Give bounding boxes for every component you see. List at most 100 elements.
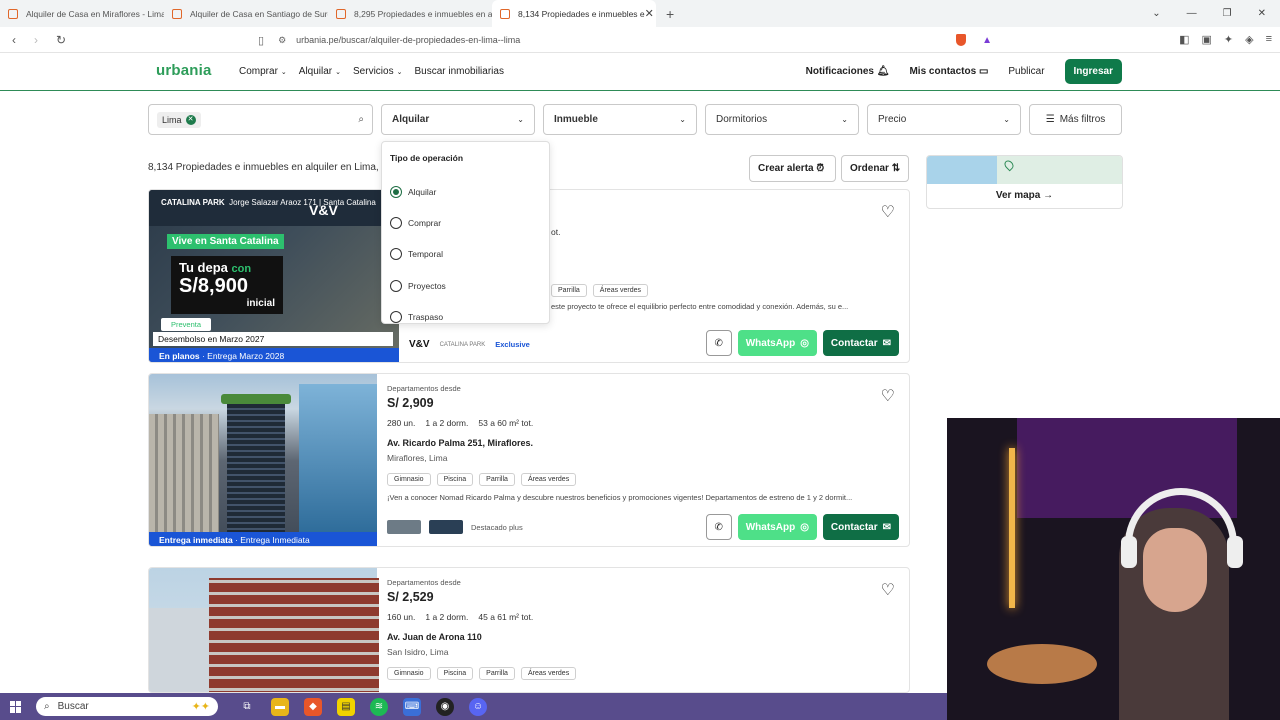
notes-app-icon[interactable]: ▤ bbox=[337, 697, 355, 716]
bookmark-icon[interactable]: ▯ bbox=[258, 34, 264, 47]
brave-shield-icon[interactable] bbox=[956, 34, 966, 46]
order-button[interactable]: Ordenar ⇅ bbox=[841, 155, 909, 182]
listing-image[interactable]: CATALINA PARK Jorge Salazar Araoz 171 | … bbox=[149, 190, 399, 362]
back-icon[interactable]: ‹ bbox=[12, 33, 22, 47]
address-bar: ‹ › ↻ ▯ ⚙ urbania.pe/buscar/alquiler-de-… bbox=[0, 27, 1280, 53]
operation-select[interactable]: Alquilar ⌄ bbox=[381, 104, 535, 135]
minimize-icon[interactable]: — bbox=[1187, 8, 1197, 19]
task-view-icon[interactable]: ⧉ bbox=[238, 698, 256, 716]
nav-buscar-inmobiliarias[interactable]: Buscar inmobiliarias bbox=[414, 66, 503, 77]
tag: Gimnasio bbox=[387, 667, 431, 680]
favorite-heart-icon[interactable]: ♡ bbox=[881, 386, 895, 406]
remove-chip-icon[interactable]: ✕ bbox=[185, 114, 196, 125]
background-drum bbox=[987, 644, 1097, 684]
whatsapp-button[interactable]: WhatsApp ◎ bbox=[737, 514, 817, 540]
site-info-icon[interactable]: ⚙ bbox=[278, 35, 286, 46]
chat-icon: ▭ bbox=[978, 66, 989, 77]
ad-headline: Vive en Santa Catalina bbox=[167, 234, 284, 249]
radio-icon bbox=[390, 279, 402, 292]
browser-toolbar: ◧ ▣ ✦ ◈ ≡ bbox=[1179, 33, 1272, 46]
brave-rewards-icon[interactable]: ▲ bbox=[982, 35, 992, 46]
notifications-link[interactable]: Notificaciones 🔔︎ bbox=[806, 66, 890, 77]
exclusive-badge: Exclusive bbox=[495, 340, 530, 349]
listing-image[interactable] bbox=[149, 568, 379, 692]
property-type-select[interactable]: Inmueble ⌄ bbox=[543, 104, 697, 135]
file-explorer-icon[interactable]: ▬ bbox=[271, 697, 289, 716]
forward-icon[interactable]: › bbox=[34, 33, 44, 47]
taskbar-search[interactable]: ⌕ Buscar ✦✦ bbox=[36, 697, 218, 716]
favorite-heart-icon[interactable]: ♡ bbox=[881, 202, 895, 222]
publisher-row: V&V CATALINA PARK Exclusive bbox=[409, 339, 530, 350]
close-window-icon[interactable]: ✕ bbox=[1258, 8, 1266, 19]
sidebar-icon[interactable]: ◧ bbox=[1179, 33, 1189, 46]
more-filters-button[interactable]: ☰ Más filtros bbox=[1029, 104, 1122, 135]
nav-servicios[interactable]: Servicios ⌄ bbox=[353, 66, 402, 77]
search-icon: ⌕ bbox=[44, 701, 50, 712]
tag: Piscina bbox=[436, 667, 474, 680]
browser-tab-bar: Alquiler de Casa en Miraflores - Lima Al… bbox=[0, 0, 1280, 27]
listing-features: 280 un. 1 a 2 dorm. 53 a 60 m² tot. bbox=[387, 418, 534, 428]
url-field[interactable]: ▯ ⚙ urbania.pe/buscar/alquiler-de-propie… bbox=[258, 30, 1000, 50]
option-proyectos[interactable]: Proyectos bbox=[390, 270, 541, 301]
restore-icon[interactable]: ❐ bbox=[1223, 8, 1232, 19]
listing-card[interactable]: Entrega inmediata · Entrega Inmediata De… bbox=[148, 373, 910, 547]
phone-button[interactable]: ✆ bbox=[705, 514, 732, 540]
filter-bar: Lima ✕ ⌕ Alquilar ⌄ Inmueble ⌄ Dormitorios ⌄… bbox=[148, 104, 1124, 136]
map-preview[interactable]: Ver mapa → bbox=[926, 155, 1123, 209]
phone-button[interactable]: ✆ bbox=[705, 330, 732, 356]
listing-tags: Parrilla Áreas verdes bbox=[551, 284, 649, 297]
vpn-icon[interactable]: ◈ bbox=[1245, 33, 1253, 46]
map-thumbnail bbox=[927, 156, 1122, 184]
search-icon[interactable]: ⌕ bbox=[358, 114, 364, 125]
login-button[interactable]: Ingresar bbox=[1064, 59, 1122, 84]
price-select[interactable]: Precio ⌄ bbox=[867, 104, 1021, 135]
extensions-icon[interactable]: ✦ bbox=[1224, 33, 1233, 46]
nav-alquilar[interactable]: Alquilar ⌄ bbox=[299, 66, 341, 77]
browser-tab[interactable]: 8,295 Propiedades e inmuebles en al bbox=[328, 0, 492, 27]
nav-comprar[interactable]: Comprar ⌄ bbox=[239, 66, 287, 77]
listing-image[interactable]: Entrega inmediata · Entrega Inmediata bbox=[149, 374, 377, 546]
radio-icon bbox=[390, 310, 402, 323]
listing-address[interactable]: Av. Ricardo Palma 251, Miraflores. bbox=[387, 438, 887, 448]
contact-button[interactable]: Contactar ✉ bbox=[822, 514, 899, 540]
wallet-icon[interactable]: ▣ bbox=[1201, 33, 1211, 46]
tag: Parrilla bbox=[479, 473, 515, 486]
urbania-favicon-icon bbox=[172, 8, 182, 19]
location-search-input[interactable]: Lima ✕ ⌕ bbox=[148, 104, 373, 135]
publish-link[interactable]: Publicar bbox=[1008, 66, 1044, 77]
close-tab-icon[interactable]: ✕ bbox=[645, 7, 654, 20]
browser-tab[interactable]: Alquiler de Casa en Santiago de Surco bbox=[164, 0, 328, 27]
chevron-down-icon: ⌄ bbox=[396, 69, 403, 76]
headphone-ear bbox=[1121, 536, 1137, 568]
spotify-icon[interactable]: ≋ bbox=[370, 697, 388, 716]
option-comprar[interactable]: Comprar bbox=[390, 207, 541, 238]
reload-icon[interactable]: ↻ bbox=[56, 33, 66, 47]
listing-card[interactable]: Departamentos desde S/ 2,529 160 un. 1 a … bbox=[148, 567, 910, 693]
contact-button[interactable]: Contactar ✉ bbox=[822, 330, 899, 356]
contacts-link[interactable]: Mis contactos ▭ bbox=[909, 66, 988, 77]
browser-tab[interactable]: Alquiler de Casa en Miraflores - Lima bbox=[0, 0, 164, 27]
option-temporal[interactable]: Temporal bbox=[390, 239, 541, 270]
browser-tab-active[interactable]: 8,134 Propiedades e inmuebles e ✕ bbox=[492, 0, 656, 27]
option-traspaso[interactable]: Traspaso bbox=[390, 301, 541, 332]
windows-start-icon[interactable] bbox=[10, 700, 22, 713]
option-alquilar[interactable]: Alquilar bbox=[390, 176, 541, 207]
create-alert-button[interactable]: Crear alerta ⏰︎ bbox=[749, 155, 836, 182]
location-chip[interactable]: Lima ✕ bbox=[157, 111, 201, 128]
disbursement-label: Desembolso en Marzo 2027 bbox=[153, 332, 393, 346]
obs-icon[interactable]: ◉ bbox=[436, 697, 454, 716]
whatsapp-button[interactable]: WhatsApp ◎ bbox=[737, 330, 817, 356]
urbania-logo[interactable]: urbania bbox=[156, 62, 212, 79]
windows-taskbar: ⌕ Buscar ✦✦ ⧉ ▬ ◆ ▤ ≋ ⌨ ◉ ☺ bbox=[0, 693, 947, 720]
favorite-heart-icon[interactable]: ♡ bbox=[881, 580, 895, 600]
listing-pretitle: Departamentos desde bbox=[387, 384, 461, 393]
view-map-button[interactable]: Ver mapa → bbox=[927, 184, 1122, 201]
vscode-icon[interactable]: ⌨ bbox=[403, 697, 421, 716]
new-tab-icon[interactable]: + bbox=[666, 6, 674, 22]
brave-browser-icon[interactable]: ◆ bbox=[304, 697, 322, 716]
bedrooms-select[interactable]: Dormitorios ⌄ bbox=[705, 104, 859, 135]
menu-icon[interactable]: ≡ bbox=[1266, 33, 1272, 46]
tab-list-icon[interactable]: ⌄ bbox=[1152, 8, 1160, 19]
listing-address[interactable]: Av. Juan de Arona 110 bbox=[387, 632, 887, 642]
discord-icon[interactable]: ☺ bbox=[469, 697, 487, 716]
